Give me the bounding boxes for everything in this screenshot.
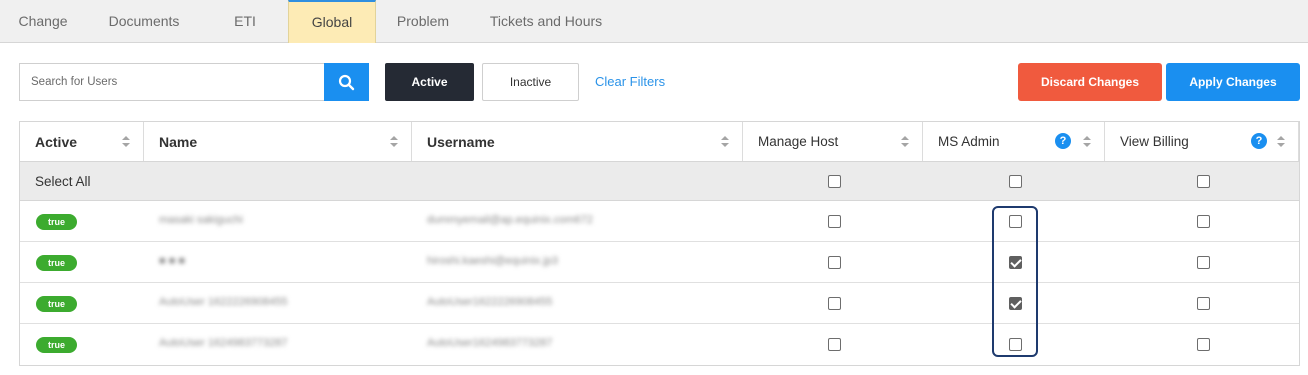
user-username: AutoUser1624983773287 <box>427 337 553 349</box>
view-billing-checkbox[interactable] <box>1197 338 1210 351</box>
select-all-view-billing-checkbox[interactable] <box>1197 175 1210 188</box>
help-icon[interactable]: ? <box>1251 133 1267 149</box>
help-icon[interactable]: ? <box>1055 133 1071 149</box>
tab-tickets-and-hours[interactable]: Tickets and Hours <box>470 0 622 43</box>
search-box <box>19 63 325 101</box>
column-header-active[interactable]: Active <box>20 122 144 161</box>
user-name: masaki sakiguchi <box>159 214 243 226</box>
user-username: dummyemail@ap.equinix.com672 <box>427 214 593 226</box>
view-billing-checkbox[interactable] <box>1197 256 1210 269</box>
table-row: true ■ ■ ■ hiroshi.kaeshi@equinix.jp3 <box>20 242 1299 283</box>
inactive-filter-button[interactable]: Inactive <box>482 63 579 101</box>
tab-bar: Change Documents ETI Global Problem Tick… <box>0 0 1308 43</box>
tab-global[interactable]: Global <box>288 0 376 43</box>
user-name: AutoUser 1622226908455 <box>159 296 288 308</box>
status-badge: true <box>36 337 77 353</box>
manage-host-checkbox[interactable] <box>828 338 841 351</box>
sort-icon[interactable] <box>121 135 131 148</box>
manage-host-checkbox[interactable] <box>828 297 841 310</box>
search-button[interactable] <box>324 63 369 101</box>
column-label: Manage Host <box>758 134 839 149</box>
discard-changes-button[interactable]: Discard Changes <box>1018 63 1162 101</box>
tab-documents[interactable]: Documents <box>86 0 202 43</box>
column-label: Active <box>35 133 78 150</box>
manage-host-checkbox[interactable] <box>828 256 841 269</box>
status-badge: true <box>36 296 77 312</box>
column-header-manage-host[interactable]: Manage Host <box>743 122 923 161</box>
table-row: true AutoUser 1624983773287 AutoUser1624… <box>20 324 1299 365</box>
users-table: Active Name Username Manage Host MS Admi… <box>19 121 1300 366</box>
column-header-ms-admin[interactable]: MS Admin ? <box>923 122 1105 161</box>
column-label: Username <box>427 133 495 150</box>
view-billing-checkbox[interactable] <box>1197 215 1210 228</box>
search-icon <box>338 74 355 90</box>
sort-icon[interactable] <box>720 135 730 148</box>
user-name: ■ ■ ■ <box>159 255 186 267</box>
sort-icon[interactable] <box>389 135 399 148</box>
column-header-name[interactable]: Name <box>144 122 412 161</box>
status-badge: true <box>36 214 77 230</box>
clear-filters-link[interactable]: Clear Filters <box>595 74 665 89</box>
tab-change[interactable]: Change <box>0 0 86 43</box>
select-all-row: Select All <box>20 161 1299 201</box>
manage-host-checkbox[interactable] <box>828 215 841 228</box>
view-billing-checkbox[interactable] <box>1197 297 1210 310</box>
column-header-username[interactable]: Username <box>412 122 743 161</box>
search-input[interactable] <box>20 64 325 100</box>
table-row: true masaki sakiguchi dummyemail@ap.equi… <box>20 201 1299 242</box>
table-row: true AutoUser 1622226908455 AutoUser1622… <box>20 283 1299 324</box>
active-filter-button[interactable]: Active <box>385 63 474 101</box>
sort-icon[interactable] <box>1276 135 1286 148</box>
user-username: AutoUser1622226908455 <box>427 296 553 308</box>
column-label: MS Admin <box>938 134 1000 149</box>
column-label: Name <box>159 133 198 150</box>
tab-problem[interactable]: Problem <box>376 0 470 43</box>
select-all-manage-host-checkbox[interactable] <box>828 175 841 188</box>
select-all-ms-admin-checkbox[interactable] <box>1009 175 1022 188</box>
tab-eti[interactable]: ETI <box>202 0 288 43</box>
user-username: hiroshi.kaeshi@equinix.jp3 <box>427 255 559 267</box>
user-name: AutoUser 1624983773287 <box>159 337 288 349</box>
apply-changes-button[interactable]: Apply Changes <box>1166 63 1300 101</box>
select-all-label: Select All <box>35 174 91 189</box>
column-label: View Billing <box>1120 134 1189 149</box>
column-header-view-billing[interactable]: View Billing ? <box>1105 122 1299 161</box>
status-badge: true <box>36 255 77 271</box>
sort-icon[interactable] <box>900 135 910 148</box>
sort-icon[interactable] <box>1082 135 1092 148</box>
ms-admin-highlight-box <box>992 206 1038 357</box>
